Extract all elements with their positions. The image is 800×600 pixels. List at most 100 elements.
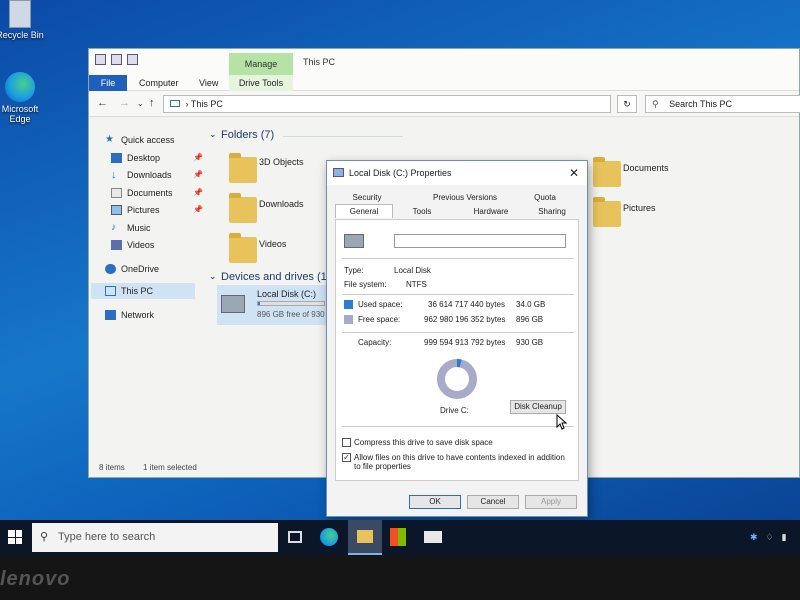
task-view-icon[interactable] (288, 531, 302, 543)
window-title: This PC (303, 57, 336, 67)
taskbar-search-input[interactable]: ⚲ Type here to search (32, 523, 278, 552)
divider (342, 332, 574, 333)
sidebar-item-onedrive[interactable]: OneDrive (105, 262, 159, 276)
sidebar-item-label: Downloads (127, 170, 172, 180)
tab-file[interactable]: File (89, 75, 127, 91)
address-input[interactable]: › This PC (163, 95, 611, 113)
pin-icon: 📌 (193, 153, 203, 162)
address-bar-row: ← → ⌄ ↑ › This PC ↻ ⚲ Search This PC (89, 91, 800, 117)
folders-group-header[interactable]: Folders (7) (221, 129, 274, 141)
tab-drive-tools[interactable]: Drive Tools (229, 75, 293, 91)
index-checkbox[interactable]: ✓ (342, 453, 351, 462)
tab-hardware[interactable]: Hardware (461, 205, 521, 219)
explorer-titlebar: Manage This PC (89, 49, 799, 75)
folder-label[interactable]: Videos (259, 239, 286, 249)
sidebar-item-pictures[interactable]: Pictures (111, 203, 160, 217)
compress-checkbox[interactable] (342, 438, 351, 447)
pictures-icon (111, 205, 122, 215)
devices-group-header[interactable]: Devices and drives (1) (221, 271, 330, 283)
compress-label: Compress this drive to save disk space (354, 438, 493, 447)
sidebar-item-label: Desktop (127, 153, 161, 163)
tab-previous-versions[interactable]: Previous Versions (421, 191, 509, 205)
start-windows-icon[interactable] (8, 530, 22, 544)
refresh-icon[interactable]: ↻ (617, 95, 637, 113)
sidebar-item-music[interactable]: ♪ Music (111, 221, 151, 235)
capacity-gb: 930 GB (516, 338, 544, 347)
folder-label[interactable]: Downloads (259, 199, 304, 209)
edge-shortcut[interactable]: Microsoft Edge (0, 72, 50, 124)
up-arrow-icon[interactable]: ↑ (149, 97, 155, 109)
drive-usage-fill (258, 302, 261, 305)
computer-icon[interactable] (95, 54, 106, 65)
new-folder-icon[interactable] (127, 54, 138, 65)
sidebar-item-quick-access[interactable]: ★ Quick access (105, 133, 175, 147)
search-icon: ⚲ (40, 531, 49, 543)
folder-label[interactable]: Pictures (623, 203, 656, 213)
search-input[interactable]: ⚲ Search This PC (645, 95, 800, 113)
tab-security[interactable]: Security (341, 191, 393, 205)
edge-taskbar-icon[interactable] (320, 528, 338, 546)
drive-letter-label: Drive C: (440, 406, 469, 415)
tab-manage[interactable]: Manage (229, 53, 293, 75)
tab-view[interactable]: View (199, 78, 218, 88)
download-icon: ↓ (111, 169, 117, 181)
folder-label[interactable]: Documents (623, 163, 669, 173)
forward-arrow-icon[interactable]: → (119, 97, 130, 109)
file-explorer-taskbar-button[interactable] (348, 520, 382, 555)
divider (342, 258, 574, 259)
battery-icon[interactable]: ▮ (782, 532, 787, 543)
drive-icon (344, 234, 364, 248)
tab-sharing[interactable]: Sharing (527, 205, 577, 219)
tab-general[interactable]: General (335, 204, 393, 218)
folder-videos-icon[interactable] (229, 233, 257, 263)
recent-chevron-icon[interactable]: ⌄ (137, 99, 144, 108)
bluetooth-icon[interactable]: ✱ (750, 532, 758, 543)
capacity-bytes: 999 594 913 792 bytes (424, 338, 506, 347)
close-icon[interactable]: ✕ (569, 166, 579, 180)
volume-label-input[interactable] (394, 234, 566, 248)
divider (342, 294, 574, 295)
pin-icon: 📌 (193, 170, 203, 179)
cancel-button[interactable]: Cancel (467, 495, 519, 509)
tab-quota[interactable]: Quota (521, 191, 569, 205)
sidebar-item-this-pc[interactable]: This PC (105, 284, 153, 298)
properties-icon[interactable] (111, 54, 122, 65)
disk-usage-donut (437, 359, 477, 399)
ok-button[interactable]: OK (409, 495, 461, 509)
sidebar-item-videos[interactable]: Videos (111, 238, 154, 252)
chevron-down-icon[interactable]: ⌄ (209, 129, 217, 140)
back-arrow-icon[interactable]: ← (97, 97, 108, 109)
apply-button[interactable]: Apply (525, 495, 577, 509)
folder-3d-objects-icon[interactable] (229, 153, 257, 183)
ribbon-tabs: File Computer View Drive Tools (89, 75, 799, 91)
sidebar-item-documents[interactable]: Documents (111, 186, 173, 200)
sidebar-item-desktop[interactable]: Desktop (111, 151, 160, 165)
search-placeholder: Search This PC (669, 99, 732, 109)
video-icon (111, 240, 122, 250)
sidebar-item-network[interactable]: Network (105, 308, 154, 322)
sidebar-item-downloads[interactable]: ↓ Downloads (111, 168, 172, 182)
edge-icon (5, 72, 35, 102)
disk-cleanup-button[interactable]: Disk Cleanup (510, 400, 566, 414)
folder-downloads-icon[interactable] (229, 193, 257, 223)
drive-icon (333, 168, 344, 177)
folder-pictures-icon[interactable] (593, 197, 621, 227)
drive-c-tile[interactable]: Local Disk (C:) 896 GB free of 930 (217, 285, 327, 325)
used-bytes: 36 614 717 440 bytes (428, 300, 505, 309)
mouse-cursor-icon (556, 414, 568, 430)
divider (283, 136, 403, 137)
network-icon (105, 310, 116, 320)
recycle-bin-label: Recycle Bin (0, 30, 44, 40)
volume-icon[interactable]: ♢ (766, 532, 774, 543)
cloud-icon (105, 264, 116, 274)
tab-tools[interactable]: Tools (399, 205, 445, 219)
chevron-down-icon[interactable]: ⌄ (209, 271, 217, 282)
folder-label[interactable]: 3D Objects (259, 157, 304, 167)
mail-icon[interactable] (424, 531, 442, 543)
recycle-bin-shortcut[interactable]: Recycle Bin (0, 0, 50, 40)
store-icon[interactable] (390, 528, 406, 546)
divider (342, 426, 574, 427)
tab-computer[interactable]: Computer (139, 78, 179, 88)
donut-free-segment (437, 359, 477, 399)
folder-documents-icon[interactable] (593, 157, 621, 187)
